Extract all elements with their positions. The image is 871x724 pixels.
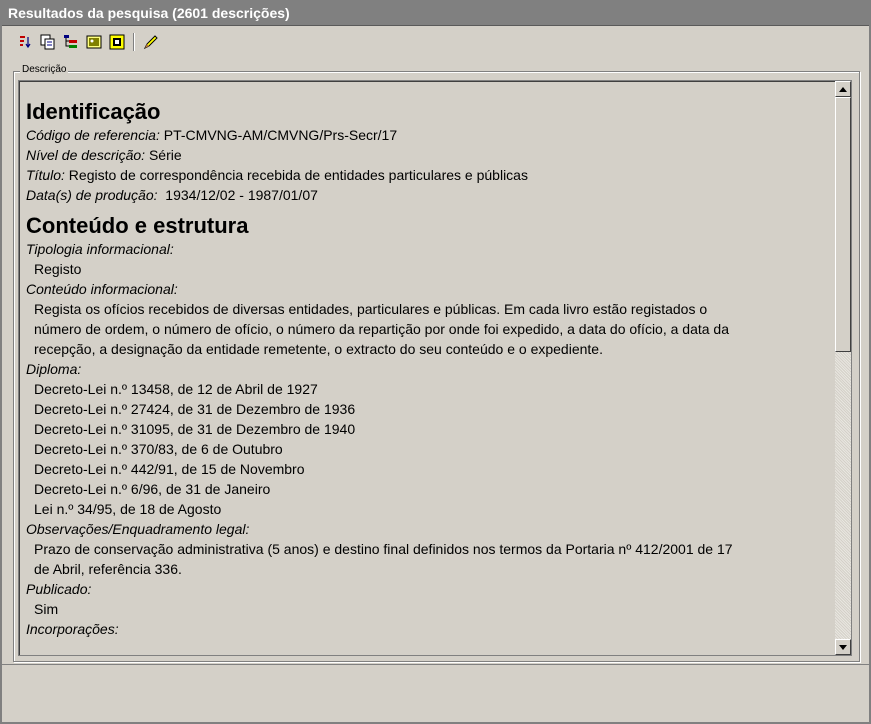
nivel-row: Nível de descrição: Série <box>26 145 826 165</box>
description-text: Identificação Código de referencia: PT-C… <box>26 99 826 639</box>
diploma-item: Decreto-Lei n.º 13458, de 12 de Abril de… <box>34 381 318 397</box>
diploma-label: Diploma: <box>26 361 82 377</box>
observacoes-line: de Abril, referência 336. <box>34 561 182 577</box>
tipologia-value: Registo <box>34 261 82 277</box>
observacoes-label: Observações/Enquadramento legal: <box>26 521 250 537</box>
conteudo-line: Regista os ofícios recebidos de diversas… <box>34 301 708 317</box>
results-window: Resultados da pesquisa (2601 descrições) <box>0 0 871 724</box>
diploma-item: Lei n.º 34/95, de 18 de Agosto <box>34 501 222 517</box>
diploma-item: Decreto-Lei n.º 6/96, de 31 de Janeiro <box>34 481 271 497</box>
copy-button[interactable] <box>37 31 59 53</box>
codigo-value: PT-CMVNG-AM/CMVNG/Prs-Secr/17 <box>159 127 398 143</box>
publicado-value: Sim <box>34 601 59 617</box>
incorporacoes-label: Incorporações: <box>26 621 119 637</box>
tipologia-label: Tipologia informacional: <box>26 241 174 257</box>
vertical-scrollbar[interactable] <box>835 81 851 655</box>
conteudo-label: Conteúdo informacional: <box>26 281 178 297</box>
diploma-item: Decreto-Lei n.º 27424, de 31 de Dezembro… <box>34 401 356 417</box>
edit-button[interactable] <box>140 31 162 53</box>
status-divider <box>2 664 869 665</box>
groupbox-label: Descrição <box>20 64 69 75</box>
conteudo-line: recepção, a designação da entidade remet… <box>34 341 603 357</box>
section-heading-conteudo: Conteúdo e estrutura <box>26 213 249 238</box>
section-heading-identificacao: Identificação <box>26 99 161 124</box>
conteudo-line: número de ordem, o número de ofício, o n… <box>34 321 730 337</box>
copy-icon <box>40 34 55 50</box>
publicado-label: Publicado: <box>26 581 92 597</box>
scroll-thumb[interactable] <box>835 97 851 352</box>
export-icon <box>109 34 125 50</box>
tree-icon <box>64 35 77 48</box>
arrow-up-icon <box>839 86 847 92</box>
titulo-label: Título: <box>26 167 65 183</box>
toolbar-separator <box>133 33 135 51</box>
image-icon <box>86 35 102 49</box>
nivel-value: Série <box>145 147 182 163</box>
toolbar <box>14 31 162 53</box>
pencil-icon <box>143 35 158 50</box>
arrow-down-icon <box>839 644 847 650</box>
observacoes-line: Prazo de conservação administrativa (5 a… <box>34 541 733 557</box>
scroll-up-button[interactable] <box>835 81 851 97</box>
nivel-label: Nível de descrição: <box>26 147 146 163</box>
tree-button[interactable] <box>60 31 82 53</box>
scroll-down-button[interactable] <box>835 639 851 655</box>
sort-icon <box>20 36 31 49</box>
image-button[interactable] <box>83 31 105 53</box>
codigo-row: Código de referencia: PT-CMVNG-AM/CMVNG/… <box>26 125 826 145</box>
titulo-row: Título: Registo de correspondência receb… <box>26 165 826 185</box>
datas-row: Data(s) de produção: 1934/12/02 - 1987/0… <box>26 185 826 205</box>
window-title: Resultados da pesquisa (2601 descrições) <box>2 0 869 26</box>
description-panel[interactable]: Identificação Código de referencia: PT-C… <box>18 80 852 656</box>
sort-button[interactable] <box>14 31 36 53</box>
export-button[interactable] <box>106 31 128 53</box>
datas-value: 1934/12/02 - 1987/01/07 <box>157 187 318 203</box>
titulo-value: Registo de correspondência recebida de e… <box>64 167 528 183</box>
diploma-item: Decreto-Lei n.º 442/91, de 15 de Novembr… <box>34 461 305 477</box>
datas-label: Data(s) de produção: <box>26 187 158 203</box>
diploma-item: Decreto-Lei n.º 31095, de 31 de Dezembro… <box>34 421 356 437</box>
diploma-item: Decreto-Lei n.º 370/83, de 6 de Outubro <box>34 441 283 457</box>
codigo-label: Código de referencia: <box>26 127 160 143</box>
